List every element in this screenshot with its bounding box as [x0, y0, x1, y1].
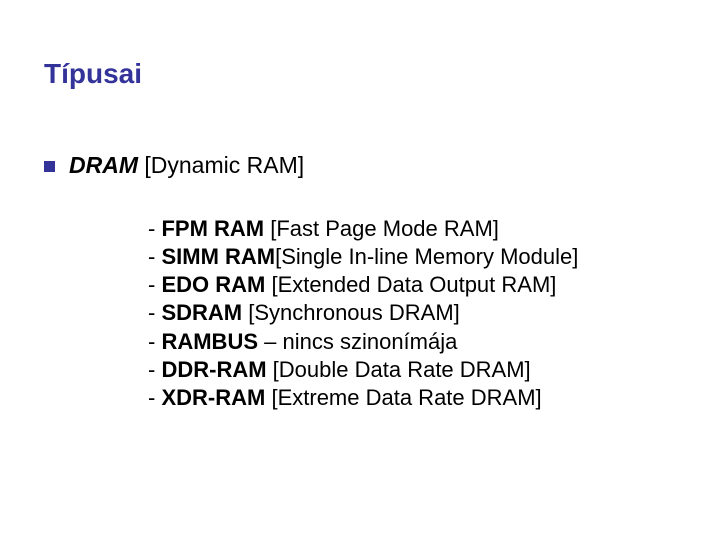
dash-icon: -: [148, 385, 161, 410]
square-bullet-icon: [44, 161, 55, 172]
item-name: FPM RAM: [161, 216, 264, 241]
dash-icon: -: [148, 329, 161, 354]
dash-icon: -: [148, 216, 161, 241]
item-sep: –: [258, 329, 282, 354]
item-desc: [Single In-line Memory Module]: [275, 244, 578, 269]
item-desc: [Synchronous DRAM]: [248, 300, 460, 325]
list-item: - EDO RAM [Extended Data Output RAM]: [148, 271, 676, 299]
item-name: XDR-RAM: [161, 385, 265, 410]
bullet-text: DRAM [Dynamic RAM]: [69, 152, 304, 179]
topic-desc: [Dynamic RAM]: [144, 152, 304, 178]
sub-list: - FPM RAM [Fast Page Mode RAM] - SIMM RA…: [148, 215, 676, 412]
item-name: SIMM RAM: [161, 244, 275, 269]
dash-icon: -: [148, 300, 161, 325]
item-desc: [Fast Page Mode RAM]: [270, 216, 499, 241]
item-name: DDR-RAM: [161, 357, 266, 382]
list-item: - SIMM RAM[Single In-line Memory Module]: [148, 243, 676, 271]
item-name: EDO RAM: [161, 272, 265, 297]
dash-icon: -: [148, 244, 161, 269]
topic-name: DRAM: [69, 152, 138, 178]
dash-icon: -: [148, 357, 161, 382]
slide-title: Típusai: [44, 58, 676, 90]
item-desc: [Double Data Rate DRAM]: [273, 357, 531, 382]
dash-icon: -: [148, 272, 161, 297]
slide: Típusai DRAM [Dynamic RAM] - FPM RAM [Fa…: [0, 0, 720, 412]
item-desc: [Extreme Data Rate DRAM]: [271, 385, 541, 410]
list-item: - FPM RAM [Fast Page Mode RAM]: [148, 215, 676, 243]
item-desc: nincs szinonímája: [282, 329, 457, 354]
list-item: - SDRAM [Synchronous DRAM]: [148, 299, 676, 327]
item-name: RAMBUS: [161, 329, 258, 354]
item-desc: [Extended Data Output RAM]: [271, 272, 556, 297]
list-item: - DDR-RAM [Double Data Rate DRAM]: [148, 356, 676, 384]
item-name: SDRAM: [161, 300, 242, 325]
list-item: - XDR-RAM [Extreme Data Rate DRAM]: [148, 384, 676, 412]
bullet-item: DRAM [Dynamic RAM]: [44, 152, 676, 179]
list-item: - RAMBUS – nincs szinonímája: [148, 328, 676, 356]
